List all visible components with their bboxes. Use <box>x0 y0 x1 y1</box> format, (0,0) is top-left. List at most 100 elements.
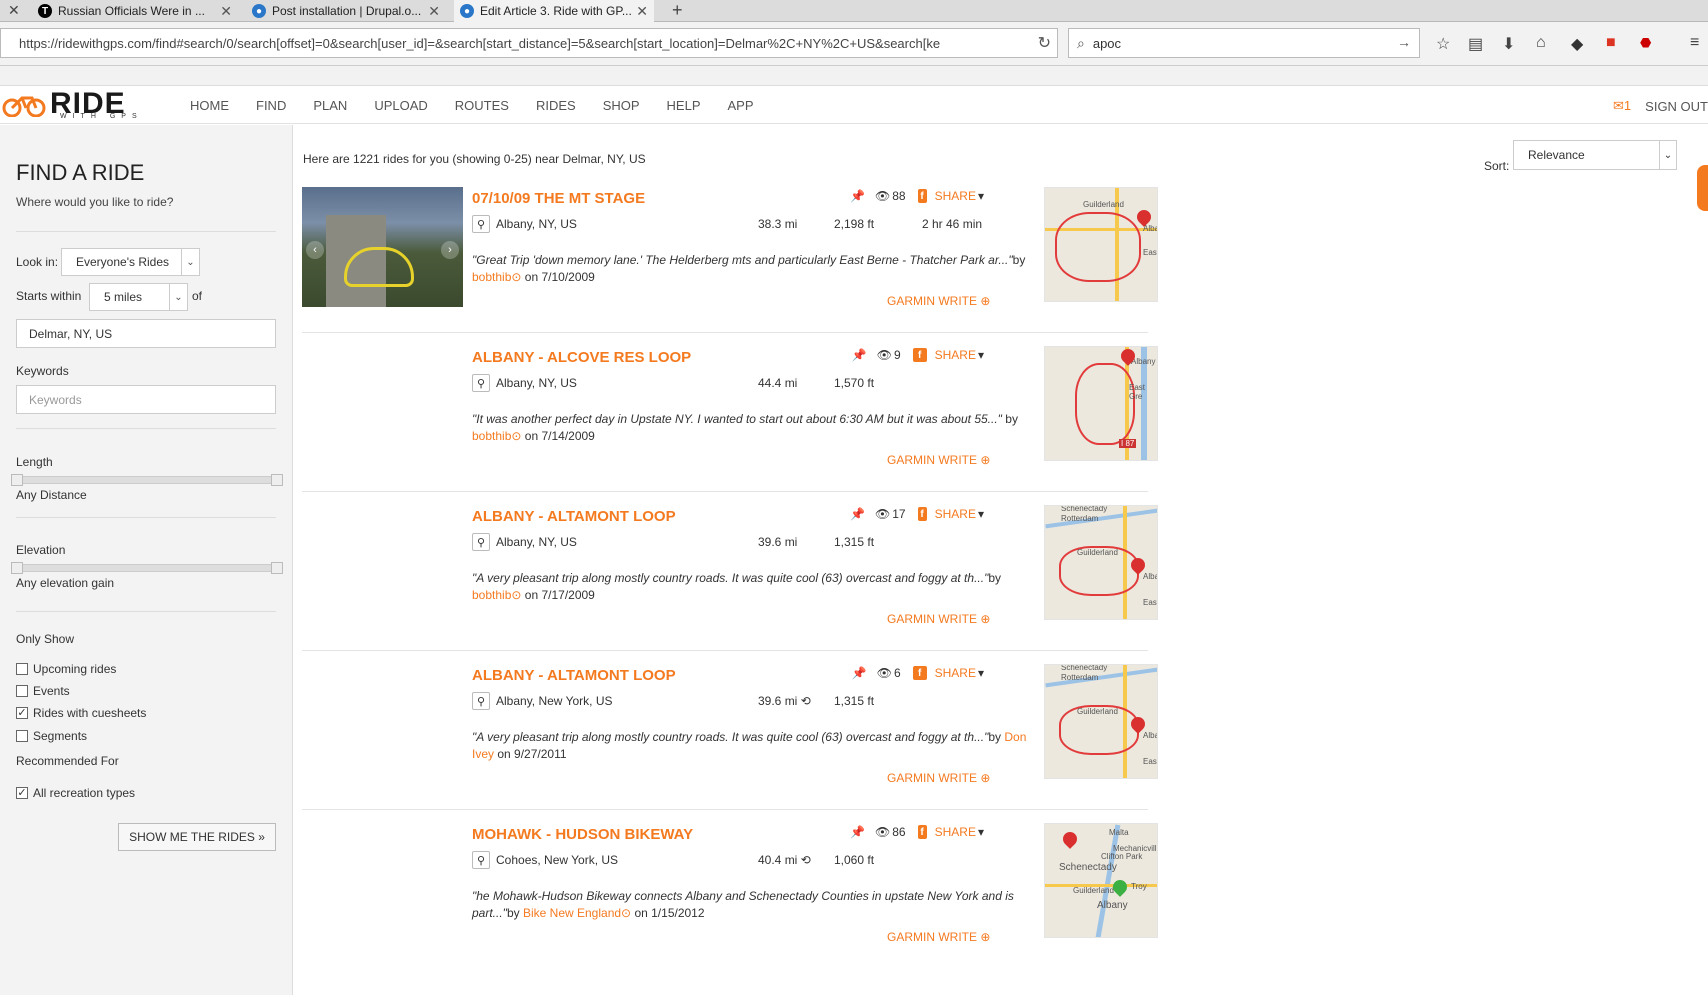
pushpin-icon[interactable]: 📌 <box>852 666 867 680</box>
lastpass-icon[interactable]: ■ <box>1606 34 1616 52</box>
menu-item-upload[interactable]: UPLOAD <box>374 98 427 113</box>
browser-tab[interactable]: T Russian Officials Were in ... ✕ <box>32 0 238 22</box>
ride-actions: 📌 👁 86 f SHARE ▾ <box>850 825 984 839</box>
user-link[interactable]: bobthib <box>472 429 511 443</box>
facebook-icon[interactable]: f <box>917 825 927 839</box>
pushpin-icon[interactable]: 📌 <box>852 348 867 362</box>
facebook-icon[interactable]: f <box>912 348 927 362</box>
browser-tab[interactable]: ● Post installation | Drupal.o... ✕ <box>246 0 446 22</box>
ride-photo[interactable]: ‹ › <box>302 187 463 307</box>
map-pin-icon[interactable]: ⚲ <box>472 692 490 710</box>
home-icon[interactable]: ⌂ <box>1536 34 1546 52</box>
length-slider[interactable] <box>11 474 283 486</box>
elevation-slider[interactable] <box>11 562 283 574</box>
share-button[interactable]: SHARE <box>935 189 976 203</box>
location-input[interactable]: Delmar, NY, US <box>16 319 276 348</box>
user-link[interactable]: Bike New England <box>523 906 621 920</box>
menu-item-help[interactable]: HELP <box>667 98 701 113</box>
reading-list-icon[interactable]: ▤ <box>1468 34 1483 54</box>
keywords-input[interactable]: Keywords <box>16 385 276 414</box>
share-button[interactable]: SHARE <box>935 348 976 362</box>
ride-title[interactable]: ALBANY - ALTAMONT LOOP <box>472 667 676 684</box>
ride-title[interactable]: 07/10/09 THE MT STAGE <box>472 190 645 207</box>
checkbox-upcoming-rides[interactable]: Upcoming rides <box>16 662 116 676</box>
route-map-thumbnail[interactable]: Schenectady Rotterdam Guilderland Alba E… <box>1044 664 1158 779</box>
facebook-icon[interactable]: f <box>912 666 927 680</box>
menu-icon[interactable]: ≡ <box>1690 34 1699 52</box>
new-tab-icon[interactable]: + <box>672 0 683 21</box>
slider-handle-max[interactable] <box>271 474 283 486</box>
close-icon[interactable]: ✕ <box>8 2 20 19</box>
menu-item-shop[interactable]: SHOP <box>603 98 640 113</box>
menu-item-find[interactable]: FIND <box>256 98 286 113</box>
messages-link[interactable]: ✉1 <box>1613 98 1631 114</box>
tab-close-icon[interactable]: ✕ <box>220 3 232 20</box>
ride-title[interactable]: ALBANY - ALCOVE RES LOOP <box>472 349 691 366</box>
checkbox[interactable] <box>16 730 28 742</box>
route-map-thumbnail[interactable]: Guilderland Alba East <box>1044 187 1158 302</box>
menu-item-plan[interactable]: PLAN <box>313 98 347 113</box>
menu-item-routes[interactable]: ROUTES <box>455 98 509 113</box>
pocket-icon[interactable]: ◆ <box>1571 34 1583 54</box>
checkbox-all-recreation-types[interactable]: ✓ All recreation types <box>16 786 135 800</box>
garmin-write-link[interactable]: GARMIN WRITE ⊕ <box>887 612 990 626</box>
starts-within-select[interactable]: 5 miles ⌄ <box>89 283 188 311</box>
route-map-thumbnail[interactable]: Schenectady Rotterdam Guilderland Alba E… <box>1044 505 1158 620</box>
menu-item-home[interactable]: HOME <box>190 98 229 113</box>
sort-select[interactable]: Relevance ⌄ <box>1513 140 1677 170</box>
garmin-write-link[interactable]: GARMIN WRITE ⊕ <box>887 453 990 467</box>
search-input[interactable]: ⌕ apoc → <box>1068 28 1420 58</box>
menu-item-app[interactable]: APP <box>728 98 754 113</box>
slider-handle-min[interactable] <box>11 474 23 486</box>
map-pin-icon[interactable]: ⚲ <box>472 851 490 869</box>
map-pin-icon[interactable]: ⚲ <box>472 374 490 392</box>
menu-item-rides[interactable]: RIDES <box>536 98 576 113</box>
share-button[interactable]: SHARE <box>935 825 976 839</box>
garmin-write-link[interactable]: GARMIN WRITE ⊕ <box>887 930 990 944</box>
show-me-the-rides-button[interactable]: SHOW ME THE RIDES » <box>118 823 276 851</box>
checkbox-checked[interactable]: ✓ <box>16 787 28 799</box>
look-in-select[interactable]: Everyone's Rides ⌄ <box>61 248 200 276</box>
feedback-tab[interactable] <box>1697 165 1708 211</box>
ride-title[interactable]: MOHAWK - HUDSON BIKEWAY <box>472 826 693 843</box>
pushpin-icon[interactable]: 📌 <box>850 189 865 203</box>
look-in-value: Everyone's Rides <box>76 255 169 269</box>
bookmark-star-icon[interactable]: ☆ <box>1436 34 1450 54</box>
garmin-write-link[interactable]: GARMIN WRITE ⊕ <box>887 294 990 308</box>
checkbox[interactable] <box>16 663 28 675</box>
map-pin-icon[interactable]: ⚲ <box>472 533 490 551</box>
share-button[interactable]: SHARE <box>935 666 976 680</box>
chevron-right-icon[interactable]: › <box>441 241 459 259</box>
pushpin-icon[interactable]: 📌 <box>850 507 865 521</box>
facebook-icon[interactable]: f <box>917 507 927 521</box>
route-map-thumbnail[interactable]: Albany East Gre I 87 <box>1044 346 1158 461</box>
checkbox[interactable] <box>16 685 28 697</box>
download-icon[interactable]: ⬇ <box>1502 34 1515 54</box>
user-link[interactable]: bobthib <box>472 270 511 284</box>
arrow-right-icon[interactable]: → <box>1397 34 1411 50</box>
adblock-icon[interactable]: ⬣ <box>1640 35 1651 51</box>
facebook-icon[interactable]: f <box>917 189 927 203</box>
ride-title[interactable]: ALBANY - ALTAMONT LOOP <box>472 508 676 525</box>
slider-handle-min[interactable] <box>11 562 23 574</box>
ride-with-gps-logo[interactable]: RIDE WITH GPS <box>2 87 162 121</box>
pushpin-icon[interactable]: 📌 <box>850 825 865 839</box>
checkbox-events[interactable]: Events <box>16 684 70 698</box>
checkbox-checked[interactable]: ✓ <box>16 707 28 719</box>
checkbox-rides-with-cuesheets[interactable]: ✓ Rides with cuesheets <box>16 706 146 720</box>
tab-close-icon[interactable]: ✕ <box>636 3 648 20</box>
route-map-thumbnail[interactable]: Malta Mechanicville Clifton Park Schenec… <box>1044 823 1158 938</box>
checkbox-segments[interactable]: Segments <box>16 729 87 743</box>
garmin-label: GARMIN WRITE <box>887 612 977 626</box>
reload-icon[interactable]: ↻ <box>1038 33 1051 53</box>
url-bar[interactable]: https://ridewithgps.com/find#search/0/se… <box>0 28 1058 58</box>
garmin-write-link[interactable]: GARMIN WRITE ⊕ <box>887 771 990 785</box>
map-pin-icon[interactable]: ⚲ <box>472 215 490 233</box>
browser-tab[interactable]: ● Edit Article 3. Ride with GP... ✕ <box>454 0 654 22</box>
share-button[interactable]: SHARE <box>935 507 976 521</box>
sign-out-link[interactable]: SIGN OUT <box>1645 99 1708 114</box>
user-link[interactable]: bobthib <box>472 588 511 602</box>
slider-handle-max[interactable] <box>271 562 283 574</box>
chevron-left-icon[interactable]: ‹ <box>306 241 324 259</box>
tab-close-icon[interactable]: ✕ <box>428 3 440 20</box>
